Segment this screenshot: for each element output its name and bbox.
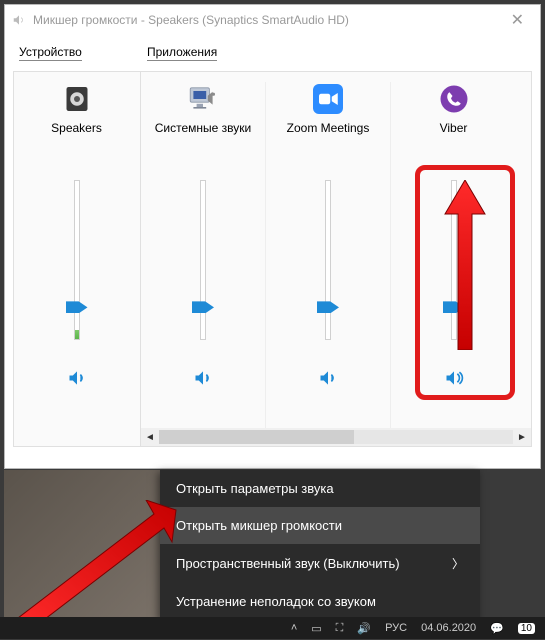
titlebar-speaker-icon: [11, 12, 27, 28]
horizontal-scrollbar[interactable]: ◄ ►: [141, 428, 531, 446]
tray-notifications-icon[interactable]: 💬: [490, 622, 504, 635]
volume-slider[interactable]: [325, 170, 331, 340]
mute-button[interactable]: [442, 366, 466, 390]
device-label[interactable]: Speakers: [51, 122, 102, 152]
scrollbar-track[interactable]: [159, 430, 513, 444]
window-title: Микшер громкости - Speakers (Synaptics S…: [33, 13, 349, 27]
taskbar[interactable]: ˄ ▭ ⛶ 🔊 РУС 04.06.2020 💬 10: [0, 617, 545, 639]
app-label[interactable]: Viber: [440, 122, 468, 152]
mute-button[interactable]: [316, 366, 340, 390]
tray-notifications-count[interactable]: 10: [518, 623, 535, 634]
tray-network-icon[interactable]: ⛶: [336, 622, 344, 635]
section-applications: Приложения: [141, 41, 532, 460]
sound-context-menu: Открыть параметры звука Открыть микшер г…: [160, 470, 480, 620]
volume-slider[interactable]: [451, 170, 457, 340]
menu-item-sound-settings[interactable]: Открыть параметры звука: [160, 470, 480, 507]
speaker-device-icon[interactable]: [60, 82, 94, 116]
tray-chevron-up-icon[interactable]: ˄: [291, 622, 297, 634]
mute-button[interactable]: [191, 366, 215, 390]
viber-icon[interactable]: [437, 82, 471, 116]
scroll-left-icon[interactable]: ◄: [141, 428, 159, 446]
menu-item-label: Открыть микшер громкости: [176, 518, 342, 533]
menu-item-open-mixer[interactable]: Открыть микшер громкости: [160, 507, 480, 544]
chevron-right-icon: 〉: [452, 555, 464, 572]
section-device: Устройство Speakers: [13, 41, 141, 460]
section-apps-label: Приложения: [147, 45, 217, 61]
volume-mixer-window: Микшер громкости - Speakers (Synaptics S…: [4, 4, 541, 469]
taskbar-date[interactable]: 04.06.2020: [421, 622, 476, 634]
app-column-zoom: Zoom Meetings: [266, 82, 391, 446]
scrollbar-thumb[interactable]: [159, 430, 354, 444]
volume-slider[interactable]: [74, 170, 80, 340]
menu-item-label: Пространственный звук (Выключить): [176, 556, 400, 571]
system-sounds-icon[interactable]: [186, 82, 220, 116]
zoom-icon[interactable]: [311, 82, 345, 116]
app-label[interactable]: Системные звуки: [155, 122, 251, 152]
menu-item-spatial-sound[interactable]: Пространственный звук (Выключить) 〉: [160, 544, 480, 583]
app-column-system-sounds: Системные звуки: [141, 82, 266, 446]
volume-slider[interactable]: [200, 170, 206, 340]
close-icon[interactable]: ✕: [501, 10, 534, 30]
device-column: Speakers: [14, 82, 139, 446]
menu-item-label: Устранение неполадок со звуком: [176, 594, 376, 609]
section-device-label: Устройство: [19, 45, 82, 61]
app-label[interactable]: Zoom Meetings: [287, 122, 370, 152]
tray-language-icon[interactable]: РУС: [385, 622, 407, 634]
scroll-right-icon[interactable]: ►: [513, 428, 531, 446]
tray-battery-icon[interactable]: ▭: [311, 622, 321, 635]
menu-item-label: Открыть параметры звука: [176, 481, 334, 496]
app-column-viber: Viber: [391, 82, 516, 446]
titlebar[interactable]: Микшер громкости - Speakers (Synaptics S…: [5, 5, 540, 35]
menu-item-troubleshoot[interactable]: Устранение неполадок со звуком: [160, 583, 480, 620]
desktop-background: [4, 470, 160, 620]
tray-volume-icon[interactable]: 🔊: [357, 622, 371, 635]
mute-button[interactable]: [65, 366, 89, 390]
